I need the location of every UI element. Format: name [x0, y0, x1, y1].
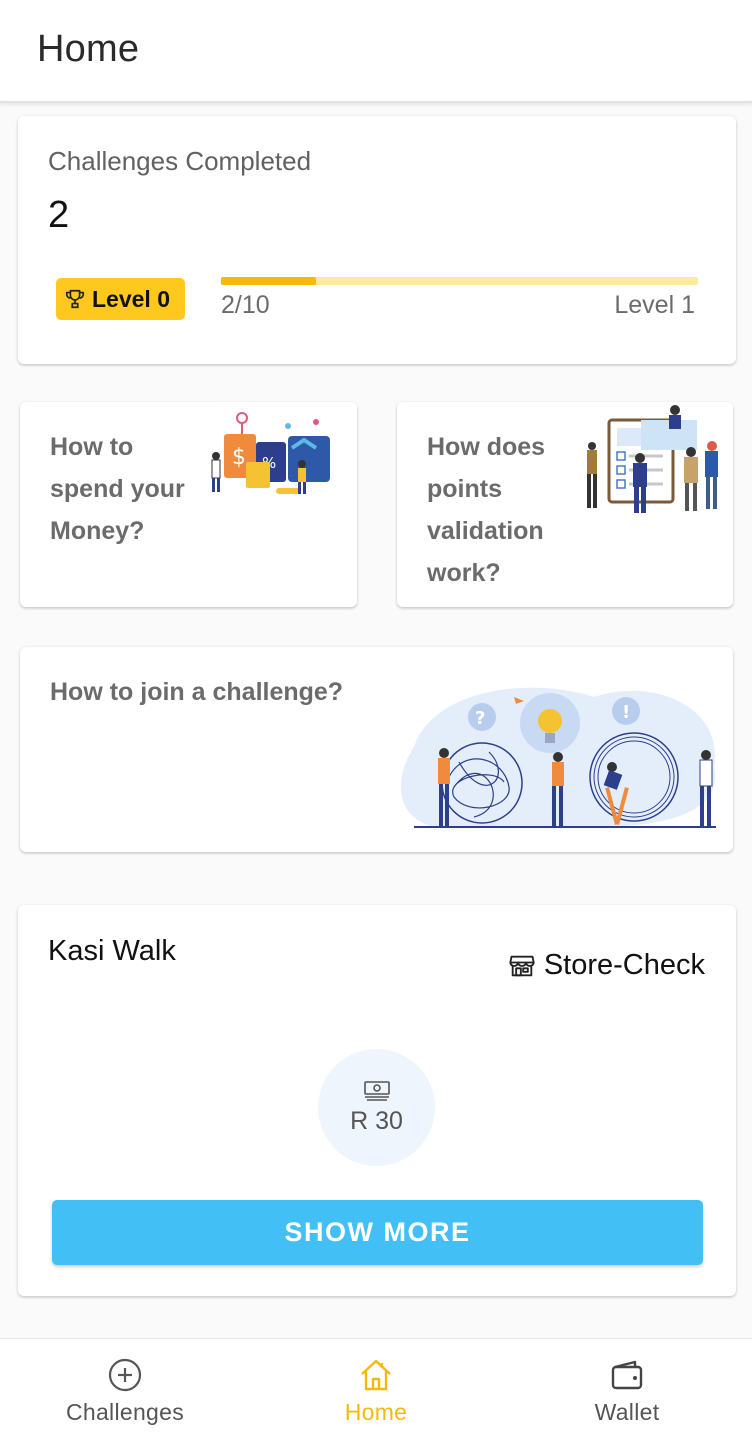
nav-home[interactable]: Home	[276, 1357, 476, 1426]
app-bar: Home	[0, 0, 752, 103]
how-to-spend-title: How to spend your Money?	[50, 433, 185, 545]
nav-challenges[interactable]: Challenges	[25, 1357, 225, 1426]
teamwork-illustration: ? !	[400, 687, 716, 828]
nav-challenges-label: Challenges	[65, 1399, 185, 1425]
shopping-illustration: $ %	[211, 412, 330, 494]
next-level-label: Level 1	[614, 291, 695, 319]
challenge-title: Kasi Walk	[48, 935, 176, 967]
level-progress-fill	[221, 277, 317, 285]
reward-badge: R 30	[318, 1049, 435, 1166]
home-icon	[361, 1359, 391, 1391]
progress-card: Challenges Completed 2 Level 0 2/10 Leve…	[18, 116, 736, 364]
points-validation-title: How does points validation work?	[427, 433, 546, 587]
how-to-join-title: How to join a challenge?	[50, 678, 344, 706]
challenges-completed-label: Challenges Completed	[48, 146, 312, 176]
nav-wallet[interactable]: Wallet	[527, 1357, 727, 1426]
show-more-button[interactable]: SHOW MORE	[52, 1200, 703, 1265]
store-icon	[509, 955, 535, 976]
challenge-card: Kasi Walk Store-Check R 30 SHOW MORE	[18, 905, 736, 1296]
svg-text:$: $	[232, 445, 246, 470]
nav-home-label: Home	[344, 1399, 408, 1425]
bottom-nav: Challenges Home Wallet	[0, 1338, 752, 1440]
level-progress-text: 2/10	[221, 291, 270, 319]
points-validation-card[interactable]: How does points validation work?	[397, 402, 733, 607]
trophy-icon	[65, 289, 85, 309]
reward-amount: R 30	[350, 1107, 403, 1135]
svg-text:?: ?	[475, 708, 485, 729]
level-progress-bar	[221, 277, 698, 285]
validation-illustration	[587, 405, 718, 513]
challenges-completed-count: 2	[48, 194, 70, 236]
wallet-icon	[611, 1360, 643, 1390]
challenge-type-label: Store-Check	[543, 949, 705, 981]
svg-text:!: !	[622, 702, 630, 723]
plus-circle-icon	[108, 1358, 142, 1392]
nav-wallet-label: Wallet	[594, 1399, 660, 1425]
how-to-spend-card[interactable]: How to spend your Money? $ %	[20, 402, 357, 607]
level-badge-label: Level 0	[92, 285, 170, 312]
page-title: Home	[37, 28, 140, 70]
how-to-join-card[interactable]: How to join a challenge? ? !	[20, 647, 733, 852]
money-icon	[363, 1081, 390, 1101]
challenge-type: Store-Check	[508, 949, 705, 982]
level-badge: Level 0	[56, 278, 185, 320]
